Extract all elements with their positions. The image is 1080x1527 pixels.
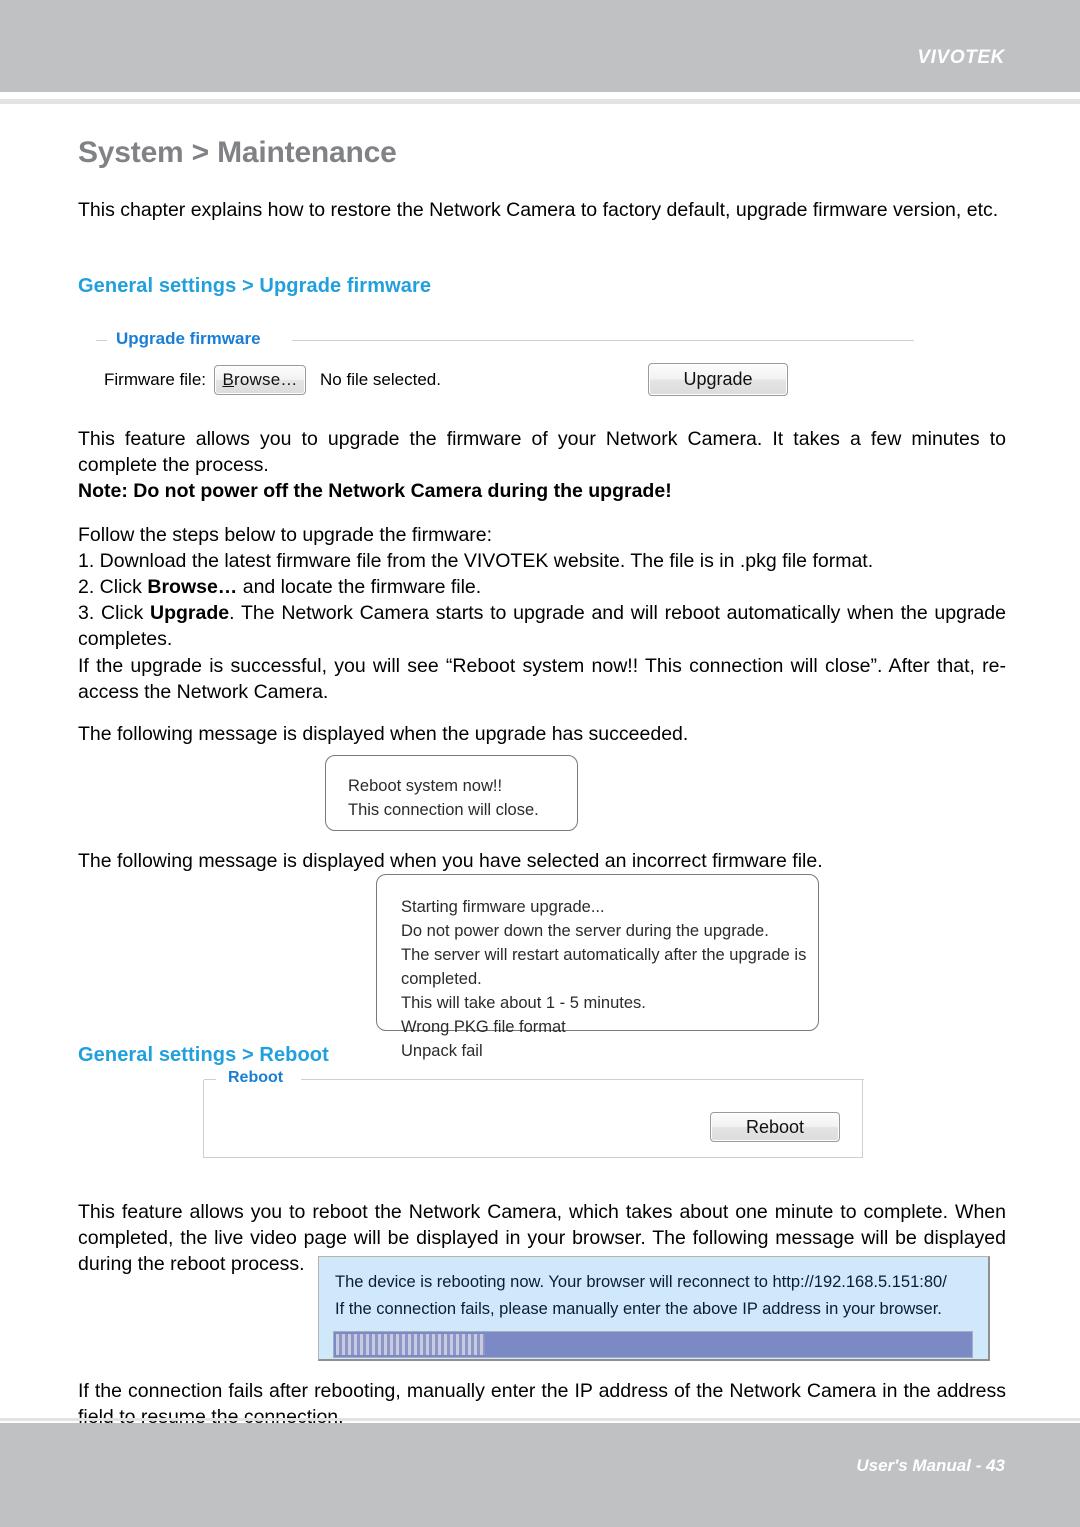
page-header-band: VIVOTEK [0, 0, 1080, 92]
reboot-button[interactable]: Reboot [710, 1112, 840, 1142]
step-2-suffix: and locate the firmware file. [237, 576, 482, 598]
footer-page-label: User's Manual - 43 [856, 1456, 1005, 1475]
heading-reboot: General settings > Reboot [78, 1044, 329, 1066]
reboot-panel: Reboot Reboot [203, 1069, 864, 1158]
reboot-progress-fill [336, 1334, 486, 1355]
error-message-line-4: completed. [401, 970, 482, 988]
reboot-panel-legend: Reboot [222, 1069, 290, 1087]
heading-upgrade-firmware: General settings > Upgrade firmware [78, 275, 432, 297]
upgrade-success-note: If the upgrade is successful, you will s… [78, 655, 1006, 703]
reboot-legend-dash [204, 1079, 216, 1080]
file-status-text: No file selected. [320, 370, 441, 389]
error-message-line-6: Wrong PKG file format [401, 1018, 566, 1036]
footer-divider [0, 1418, 1080, 1421]
legend-dash [96, 340, 107, 341]
browse-accel-letter: B [222, 370, 234, 389]
header-divider [0, 99, 1080, 104]
step-3-prefix: 3. Click [78, 602, 151, 624]
step-1: 1. Download the latest firmware file fro… [78, 550, 874, 572]
upgrade-button[interactable]: Upgrade [648, 363, 788, 396]
success-caption: The following message is displayed when … [78, 723, 689, 745]
reboot-dialog-line-2: If the connection fails, please manually… [335, 1300, 942, 1318]
legend-rule [292, 340, 914, 341]
page-footer-band: User's Manual - 43 [0, 1423, 1080, 1527]
step-2-prefix: 2. Click [78, 576, 148, 598]
browse-button[interactable]: Browse… [214, 365, 307, 395]
intro-paragraph: This chapter explains how to restore the… [78, 199, 999, 221]
firmware-file-row: Firmware file: Browse… No file selected. [104, 365, 441, 395]
step-3-bold: Upgrade [150, 602, 230, 624]
step-2-bold: Browse… [147, 576, 238, 598]
step-3: 3. Click Upgrade. The Network Camera sta… [78, 600, 1006, 652]
steps-intro: Follow the steps below to upgrade the fi… [78, 524, 493, 546]
reboot-status-dialog: The device is rebooting now. Your browse… [318, 1256, 990, 1361]
reboot-legend-rule [301, 1079, 864, 1080]
error-message-line-3: The server will restart automatically af… [401, 946, 807, 964]
upgrade-firmware-panel: Upgrade firmware Firmware file: Browse… … [96, 329, 914, 396]
upgrade-panel-legend: Upgrade firmware [110, 329, 267, 349]
success-message-box: Reboot system now!! This connection will… [325, 755, 578, 831]
error-message-line-7: Unpack fail [401, 1042, 483, 1060]
reboot-progress-bar [333, 1331, 973, 1358]
upgrade-description: This feature allows you to upgrade the f… [78, 428, 1006, 476]
success-message-line-1: Reboot system now!! [348, 777, 503, 795]
error-message-line-2: Do not power down the server during the … [401, 922, 769, 940]
browse-label-rest: rowse… [234, 370, 298, 389]
error-message-line-1: Starting firmware upgrade... [401, 898, 605, 916]
vivotek-logo: VIVOTEK [917, 47, 1005, 68]
step-2: 2. Click Browse… and locate the firmware… [78, 574, 1018, 600]
firmware-file-label: Firmware file: [104, 370, 207, 389]
error-message-line-5: This will take about 1 - 5 minutes. [401, 994, 646, 1012]
success-message-line-2: This connection will close. [348, 801, 539, 819]
reboot-dialog-line-1: The device is rebooting now. Your browse… [335, 1273, 947, 1291]
upgrade-note: Note: Do not power off the Network Camer… [78, 480, 672, 502]
error-message-box: Starting firmware upgrade... Do not powe… [376, 874, 819, 1060]
page-title: System > Maintenance [78, 136, 397, 169]
error-caption: The following message is displayed when … [78, 850, 823, 872]
